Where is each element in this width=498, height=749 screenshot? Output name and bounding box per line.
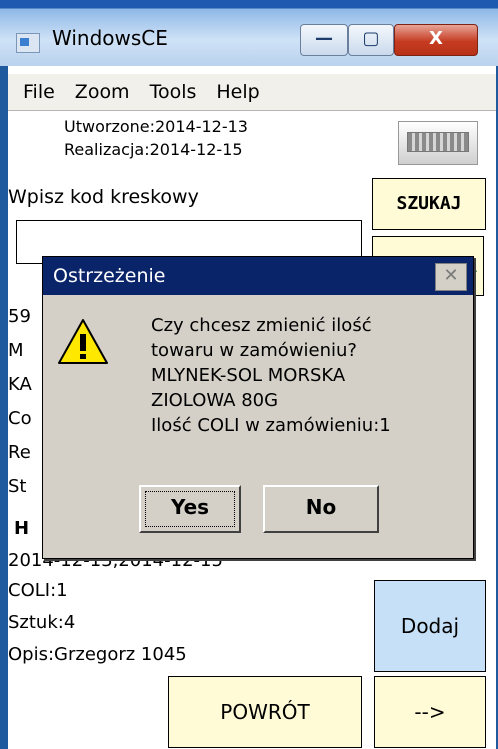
product-status-line: St [8,476,27,497]
realization-date: Realizacja:2014-12-15 [64,140,243,159]
history-heading: H [14,518,30,539]
search-button[interactable]: SZUKAJ [372,178,486,230]
product-realization-line: Re [8,442,31,463]
dialog-message-line: ZIOLOWA 80G [151,390,279,411]
history-pieces: Sztuk:4 [8,612,76,633]
close-button[interactable]: X [394,24,478,56]
dialog-message-line: Ilość COLI w zamówieniu:1 [151,415,391,436]
menu-bar: File Zoom Tools Help [8,74,496,111]
dialog-message-line: MLYNEK-SOL MORSKA [151,365,346,386]
dialog-message: Czy chcesz zmienić ilość towaru w zamówi… [151,313,391,438]
dialog-titlebar: Ostrzeżenie ✕ [43,257,473,295]
no-button[interactable]: No [263,485,379,533]
menu-file[interactable]: File [23,81,55,103]
menu-tools[interactable]: Tools [150,81,197,103]
window-title: WindowsCE [52,26,168,50]
menu-help[interactable]: Help [216,81,259,103]
taskbar-strip [0,0,498,8]
warning-icon [58,319,108,364]
next-button[interactable]: --> [374,676,486,748]
barcode-label: Wpisz kod kreskowy [8,186,199,208]
history-description: Opis:Grzegorz 1045 [8,644,187,665]
add-button[interactable]: Dodaj [374,580,486,672]
keyboard-icon[interactable] [398,121,478,165]
dialog-message-line: towaru w zamówieniu? [151,340,357,361]
yes-button[interactable]: Yes [139,485,241,533]
product-name-line: M [8,340,24,361]
product-info-line: KA [8,374,32,395]
history-coli: COLI:1 [8,580,68,601]
created-date: Utworzone:2014-12-13 [64,117,248,136]
app-icon [16,33,40,53]
menu-zoom[interactable]: Zoom [75,81,130,103]
focus-rect [145,491,235,527]
maximize-button[interactable]: ▢ [348,24,394,56]
back-button[interactable]: POWRÓT [168,676,362,748]
warning-dialog: Ostrzeżenie ✕ Czy chcesz zmienić ilość t… [42,256,474,559]
product-price-line: Co [8,408,32,429]
minimize-button[interactable]: — [300,24,348,56]
window-titlebar: WindowsCE — ▢ X [0,0,498,66]
product-code: 59 [8,306,31,327]
dialog-message-line: Czy chcesz zmienić ilość [151,315,372,336]
dialog-close-icon[interactable]: ✕ [435,263,467,291]
dialog-title: Ostrzeżenie [53,265,166,287]
keyboard-keys [407,132,469,152]
